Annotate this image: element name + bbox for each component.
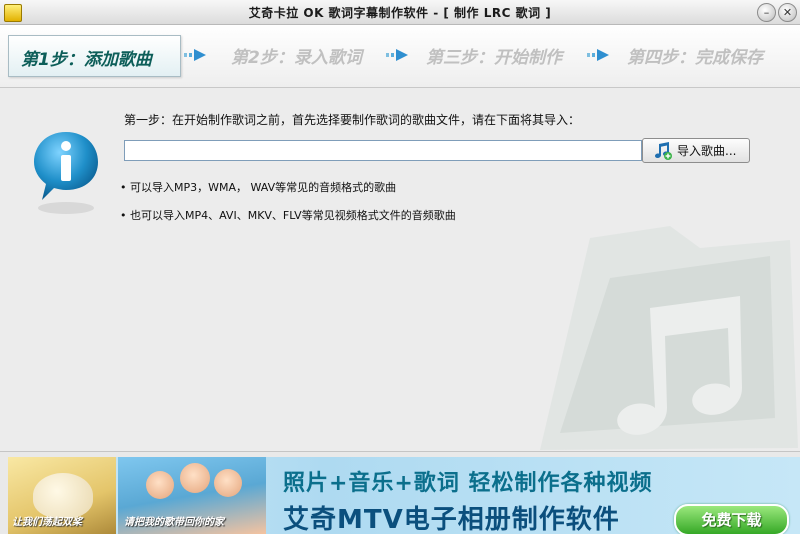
banner-headline: 照片+音乐+歌词 轻松制作各种视频 (283, 471, 653, 496)
kid-image (146, 471, 174, 499)
steps-bar: 第1步：添加歌曲 第2步：录入歌词 第三步：开始制作 第四步：完成保存 (0, 25, 800, 88)
step-3[interactable]: 第三步：开始制作 (426, 43, 562, 68)
puppy-image (33, 473, 93, 518)
ad-banner-content[interactable]: 让我们荡起双桨 请把我的歌带回你的家 照片+音乐+歌词 轻松制作各种视频 艾奇M… (8, 457, 800, 534)
music-note-add-icon (655, 141, 672, 160)
banner-product-name: 艾奇MTV电子相册制作软件 (283, 505, 620, 534)
window-title: 艾奇卡拉 OK 歌词字幕制作软件 - [ 制作 LRC 歌词 ] (248, 6, 552, 20)
step-4[interactable]: 第四步：完成保存 (627, 43, 763, 68)
banner-photo-kids: 请把我的歌带回你的家 (118, 457, 266, 534)
kid-image (180, 463, 210, 493)
kid-image (214, 469, 242, 497)
watermark-music-folder-icon (540, 226, 798, 450)
song-file-input[interactable] (124, 140, 642, 161)
step-arrow-icon (184, 49, 206, 61)
info-icon (34, 132, 98, 214)
step-arrow-icon (587, 49, 609, 61)
step-2[interactable]: 第2步：录入歌词 (231, 43, 362, 68)
photo1-caption: 让我们荡起双桨 (12, 517, 82, 528)
instruction-text: 第一步：在开始制作歌词之前，首先选择要制作歌词的歌曲文件，请在下面将其导入： (124, 113, 581, 127)
hint-video-formats: • 也可以导入MP4、AVI、MKV、FLV等常见视频格式文件的音频歌曲 (120, 209, 456, 222)
banner-photo-puppies: 让我们荡起双桨 (8, 457, 116, 534)
close-button[interactable]: ✕ (778, 3, 797, 22)
step-1-label: 第1步：添加歌曲 (21, 50, 152, 70)
minimize-button[interactable]: – (757, 3, 776, 22)
step-arrow-icon (386, 49, 408, 61)
photo2-caption: 请把我的歌带回你的家 (124, 517, 224, 528)
import-song-button[interactable]: 导入歌曲... (642, 138, 750, 163)
hint-audio-formats: • 可以导入MP3，WMA， WAV等常见的音频格式的歌曲 (120, 181, 397, 194)
free-download-button[interactable]: 免费下载 (674, 504, 789, 534)
import-song-label: 导入歌曲... (677, 144, 737, 158)
title-bar: 艾奇卡拉 OK 歌词字幕制作软件 - [ 制作 LRC 歌词 ] – ✕ (0, 0, 800, 25)
step-1[interactable]: 第1步：添加歌曲 (8, 35, 181, 77)
main-content: 第一步：在开始制作歌词之前，首先选择要制作歌词的歌曲文件，请在下面将其导入： 导… (0, 88, 800, 450)
ad-banner[interactable]: 让我们荡起双桨 请把我的歌带回你的家 照片+音乐+歌词 轻松制作各种视频 艾奇M… (0, 451, 800, 534)
